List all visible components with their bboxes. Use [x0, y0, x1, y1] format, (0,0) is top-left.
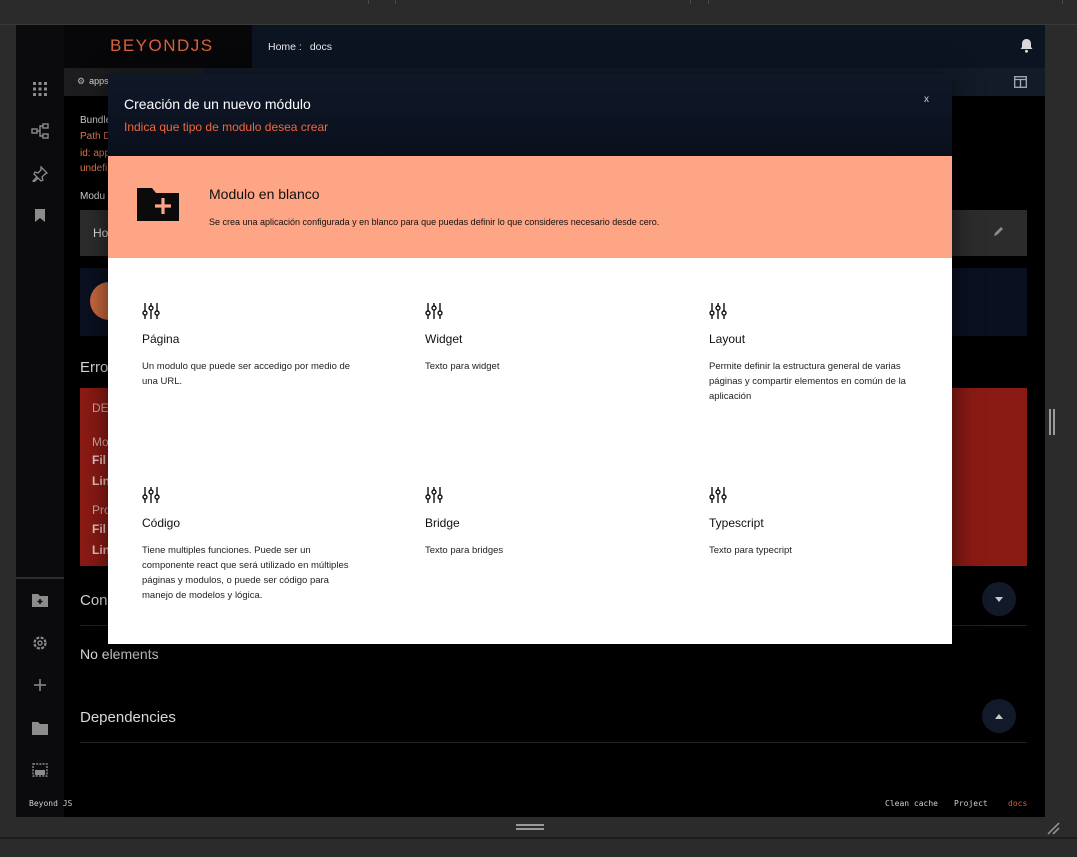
dialog-title: Creación de un nuevo módulo [124, 96, 311, 112]
window-bottom-strip [0, 817, 1077, 857]
option-title: Widget [425, 332, 463, 346]
divider [690, 0, 691, 4]
error-line: Fil [92, 522, 106, 536]
option-title: Bridge [425, 516, 460, 530]
module-row-label: Ho [93, 226, 109, 240]
divider [80, 742, 1027, 743]
sliders-icon [425, 303, 443, 324]
error-line: Mo [92, 435, 109, 449]
pin-icon[interactable] [30, 164, 50, 184]
add-icon[interactable] [30, 675, 50, 695]
settings-icon[interactable] [30, 633, 50, 653]
project-link[interactable]: Project [954, 799, 988, 808]
sidebar-divider [16, 577, 64, 579]
status-bar: Beyond JS Clean cache Project docs [16, 793, 1045, 817]
option-description: Un modulo que puede ser accedigo por med… [142, 361, 351, 387]
left-sidebar [16, 25, 64, 817]
image-icon[interactable] [30, 760, 50, 780]
dependencies-title: Dependencies [80, 709, 176, 726]
new-module-dialog: Creación de un nuevo módulo Indica que t… [108, 74, 952, 644]
bookmark-icon[interactable] [30, 205, 50, 225]
collapse-consumers-button[interactable] [982, 582, 1016, 616]
create-folder-icon[interactable] [30, 590, 50, 610]
option-description: Permite definir la estructura general de… [709, 361, 906, 402]
option-description: Texto para bridges [425, 545, 504, 556]
hierarchy-icon[interactable] [30, 121, 50, 141]
sliders-icon [709, 303, 727, 324]
breadcrumb: Home : docs [252, 25, 1045, 68]
breadcrumb-current: docs [309, 41, 333, 53]
panel-layout-icon[interactable] [1014, 75, 1027, 93]
sliders-icon [425, 487, 443, 508]
breadcrumb-home[interactable]: Home : [268, 41, 302, 53]
bundle-label: Bundle [80, 115, 112, 126]
error-line: Fil [92, 453, 106, 467]
path-label: Path D [80, 131, 111, 142]
blank-module-description: Se crea una aplicación configurada y en … [209, 217, 660, 227]
apps-grid-icon[interactable] [30, 79, 50, 99]
blank-module-title: Modulo en blanco [209, 186, 320, 202]
add-folder-icon [136, 186, 180, 227]
errors-title: Erro [80, 359, 109, 376]
tab-label: apps [89, 76, 109, 86]
blank-module-option[interactable]: Modulo en blanco Se crea una aplicación … [108, 156, 952, 258]
dialog-header: Creación de un nuevo módulo Indica que t… [108, 74, 952, 156]
id-label: id: app [80, 148, 111, 159]
consumers-title: Con [80, 592, 108, 609]
divider [368, 0, 369, 4]
edit-icon[interactable] [993, 224, 1005, 242]
option-title: Página [142, 332, 180, 346]
option-title: Typescript [709, 516, 764, 530]
window-top-strip [0, 0, 1077, 25]
divider [708, 0, 709, 4]
close-button[interactable]: x [924, 94, 929, 105]
resize-handle-vertical[interactable] [1049, 409, 1055, 435]
modules-label: Modu [80, 191, 106, 202]
clean-cache-link[interactable]: Clean cache [885, 799, 938, 808]
option-description: Texto para typecript [709, 545, 792, 556]
folder-icon[interactable] [30, 718, 50, 738]
footer-brand: Beyond JS [29, 799, 73, 808]
bell-icon[interactable] [1020, 38, 1033, 58]
option-description: Texto para widget [425, 361, 500, 372]
docs-link[interactable]: docs [1008, 799, 1027, 808]
divider [0, 837, 1077, 839]
option-title: Código [142, 516, 181, 530]
app-header: BEYONDJS Home : docs [64, 25, 1045, 68]
resize-handle-horizontal[interactable] [516, 824, 544, 830]
undefined-label: undefi [80, 163, 108, 174]
resize-corner-icon[interactable] [1046, 821, 1060, 840]
sliders-icon [142, 303, 160, 324]
error-line: DE [92, 401, 109, 415]
dialog-subtitle: Indica que tipo de modulo desea crear [124, 120, 329, 134]
expand-dependencies-button[interactable] [982, 699, 1016, 733]
brand-logo[interactable]: BEYONDJS [110, 36, 214, 56]
divider [395, 0, 396, 4]
divider [1062, 0, 1063, 4]
option-description: Tiene multiples funciones. Puede ser un … [142, 545, 349, 601]
sliders-icon [142, 487, 160, 508]
no-elements-text: No elements [80, 646, 159, 662]
gear-icon: ⚙ [77, 76, 86, 86]
option-title: Layout [709, 332, 746, 346]
sliders-icon [709, 487, 727, 508]
